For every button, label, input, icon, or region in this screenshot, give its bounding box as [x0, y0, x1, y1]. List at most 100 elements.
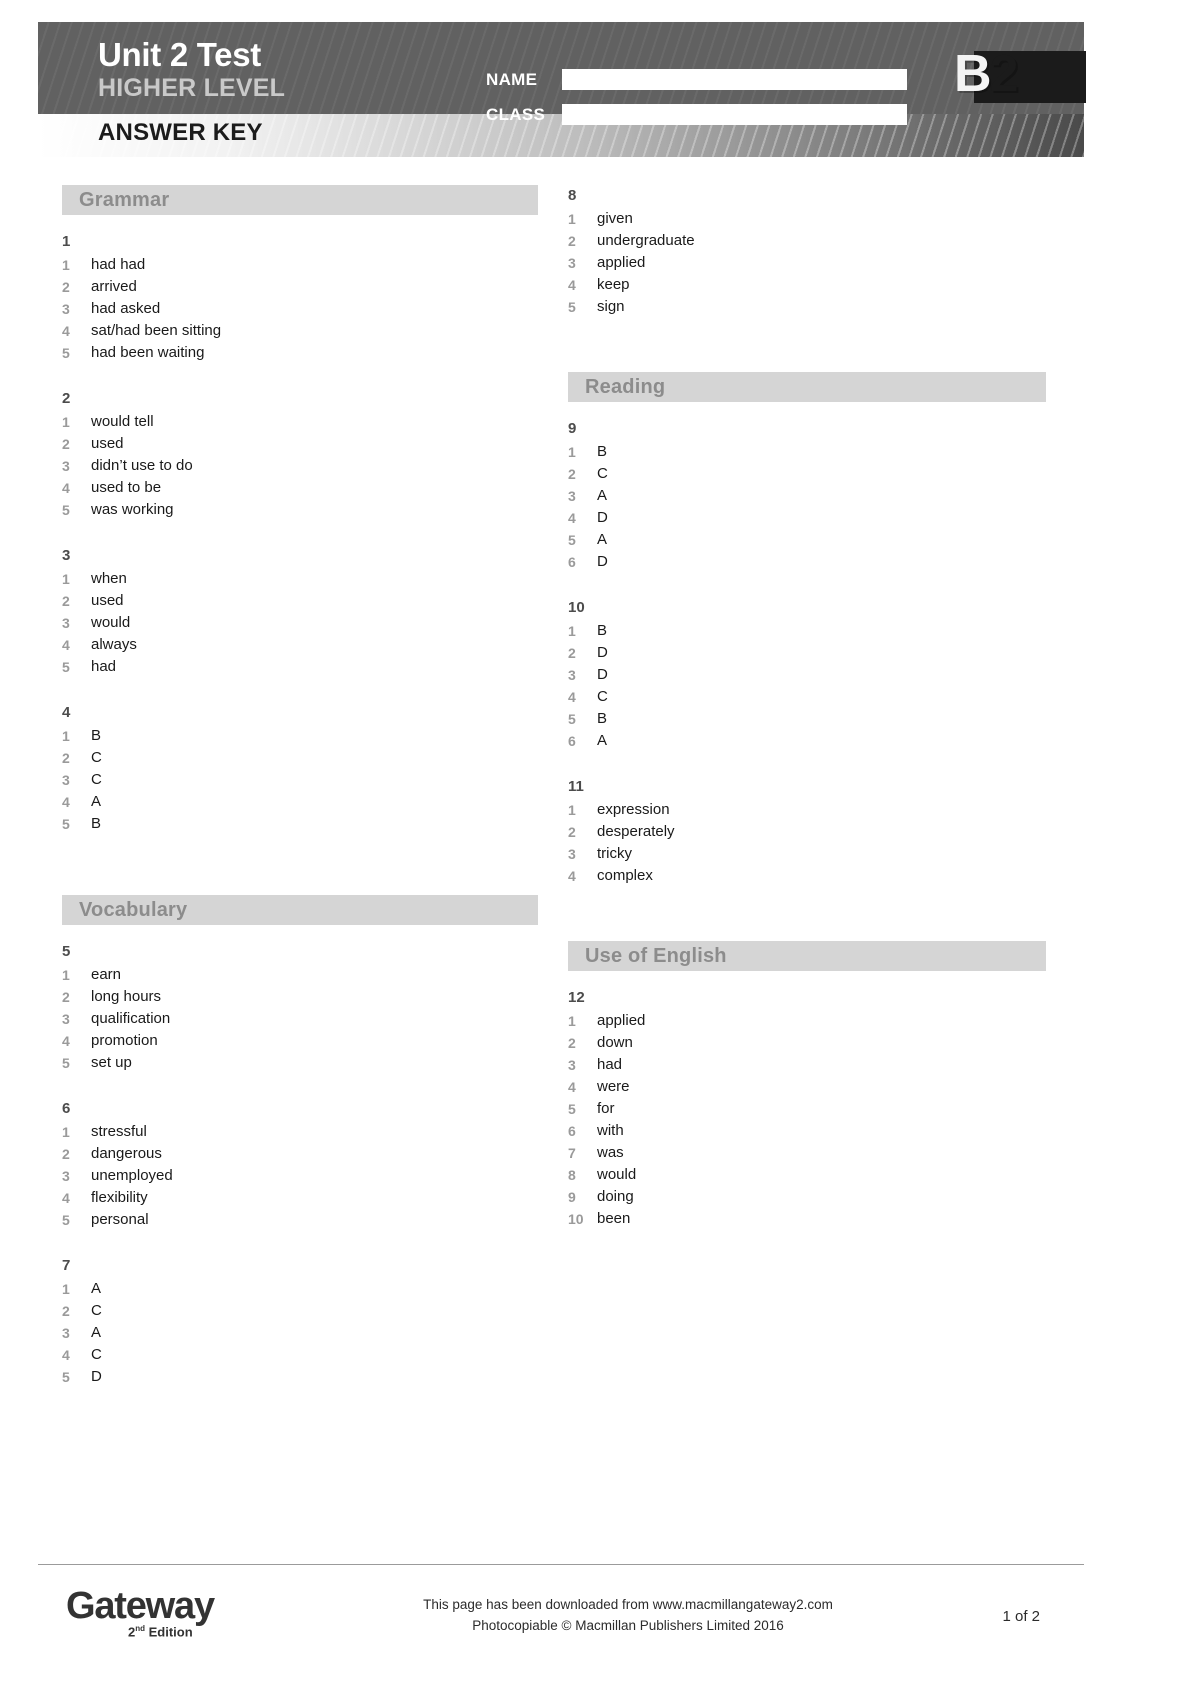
- class-field-row: CLASS: [486, 104, 907, 125]
- answer-row: 2C: [568, 463, 1046, 485]
- answer-row: 3 didn’t use to do: [62, 455, 538, 477]
- answer-number: 9: [568, 1189, 576, 1205]
- answer-text: sat/had been sitting: [91, 322, 222, 339]
- answer-row: 2 dangerous: [62, 1143, 538, 1165]
- answer-number: 10: [568, 1211, 584, 1227]
- answer-key-label: ANSWER KEY: [98, 119, 263, 146]
- answer-number: 3: [568, 846, 576, 862]
- answer-row: 3 applied: [568, 252, 1046, 274]
- answer-row: 4 always: [62, 634, 538, 656]
- answer-text: B: [91, 727, 102, 744]
- answer-number: 4: [568, 689, 576, 705]
- answer-text: earn: [91, 966, 122, 983]
- answer-number: 5: [568, 299, 576, 315]
- answer-number: 4: [568, 868, 576, 884]
- answer-number: 1: [568, 444, 576, 460]
- name-input[interactable]: [562, 69, 907, 90]
- answer-row: 4 used to be: [62, 477, 538, 499]
- exercise-6: 6 1 stressful 2 dangerous 3 unemployed 4 fle…: [62, 1098, 538, 1231]
- answer-row: 5B: [568, 708, 1046, 730]
- answer-number: 3: [568, 667, 576, 683]
- answer-number: 6: [568, 733, 576, 749]
- exercise-1: 1 1 had had 2 arrived 3 had asked 4 sat/had …: [62, 231, 538, 364]
- answer-number: 7: [568, 1145, 576, 1161]
- answer-number: 5: [568, 711, 576, 727]
- page-number: 1 of 2: [1002, 1608, 1040, 1625]
- footer-credits: This page has been downloaded from www.m…: [318, 1594, 938, 1636]
- answer-text: C: [91, 1346, 102, 1363]
- answer-number: 5: [62, 1212, 70, 1228]
- answer-row: 1 when: [62, 568, 538, 590]
- exercise-3: 3 1 when 2 used 3 would 4 always 5 had: [62, 545, 538, 678]
- answer-row: 5D: [62, 1366, 538, 1388]
- exercise-number: 10: [568, 599, 585, 616]
- left-column: Grammar 1 1 had had 2 arrived 3 had asked 4…: [62, 185, 538, 1412]
- answer-row: 5A: [568, 529, 1046, 551]
- answer-row: 1 had had: [62, 254, 538, 276]
- answer-number: 3: [62, 301, 70, 317]
- answer-text: keep: [597, 276, 630, 293]
- answer-text: D: [91, 1368, 102, 1385]
- answer-text: applied: [597, 1012, 646, 1029]
- answer-number: 3: [568, 255, 576, 271]
- answer-row: 2C: [62, 747, 538, 769]
- answer-row: 2 used: [62, 433, 538, 455]
- answer-number: 2: [62, 593, 70, 609]
- answer-text: used to be: [91, 479, 162, 496]
- answer-row: 1B: [62, 725, 538, 747]
- page-subtitle: HIGHER LEVEL: [98, 74, 286, 102]
- exercise-2: 2 1 would tell 2 used 3 didn’t use to do 4 u…: [62, 388, 538, 521]
- answer-text: C: [597, 465, 608, 482]
- answer-text: C: [91, 1302, 102, 1319]
- answer-number: 5: [62, 345, 70, 361]
- answer-text: long hours: [91, 988, 162, 1005]
- answer-text: would: [91, 614, 131, 631]
- answer-row: 2D: [568, 642, 1046, 664]
- answer-row: 6 with: [568, 1120, 1046, 1142]
- answer-number: 1: [568, 211, 576, 227]
- answer-number: 1: [568, 1013, 576, 1029]
- answer-text: flexibility: [91, 1189, 148, 1206]
- answer-number: 3: [568, 488, 576, 504]
- class-input[interactable]: [562, 104, 907, 125]
- answer-number: 6: [568, 1123, 576, 1139]
- answer-number: 1: [62, 257, 70, 273]
- answer-number: 4: [62, 323, 70, 339]
- section-header-vocabulary: Vocabulary: [62, 895, 538, 925]
- answer-text: would: [597, 1166, 637, 1183]
- answer-number: 5: [62, 502, 70, 518]
- answer-text: given: [597, 210, 633, 227]
- answer-number: 4: [62, 794, 70, 810]
- answer-text: had asked: [91, 300, 161, 317]
- answer-number: 6: [568, 554, 576, 570]
- answer-number: 3: [62, 1325, 70, 1341]
- answer-text: been: [597, 1210, 631, 1227]
- answer-number: 2: [568, 233, 576, 249]
- answer-text: A: [91, 1280, 102, 1297]
- answer-text: complex: [597, 867, 653, 884]
- answer-row: 2 used: [62, 590, 538, 612]
- answer-number: 2: [62, 1303, 70, 1319]
- answer-number: 5: [568, 532, 576, 548]
- answer-text: D: [597, 509, 608, 526]
- answer-text: had: [91, 658, 117, 675]
- answer-number: 1: [62, 1281, 70, 1297]
- answer-row: 3C: [62, 769, 538, 791]
- answer-text: B: [597, 622, 608, 639]
- section-header-grammar: Grammar: [62, 185, 538, 215]
- answer-row: 5 had: [62, 656, 538, 678]
- answer-text: D: [597, 644, 608, 661]
- answer-row: 4C: [62, 1344, 538, 1366]
- answer-text: B: [91, 815, 102, 832]
- answer-number: 4: [62, 480, 70, 496]
- answer-text: when: [91, 570, 127, 587]
- answer-number: 5: [568, 1101, 576, 1117]
- exercise-4: 4 1B 2C 3C 4A 5B: [62, 702, 538, 835]
- answer-row: 5 for: [568, 1098, 1046, 1120]
- answer-row: 4A: [62, 791, 538, 813]
- level-badge-letter: B: [954, 45, 992, 103]
- answer-text: A: [597, 487, 608, 504]
- exercise-number: 9: [568, 420, 577, 437]
